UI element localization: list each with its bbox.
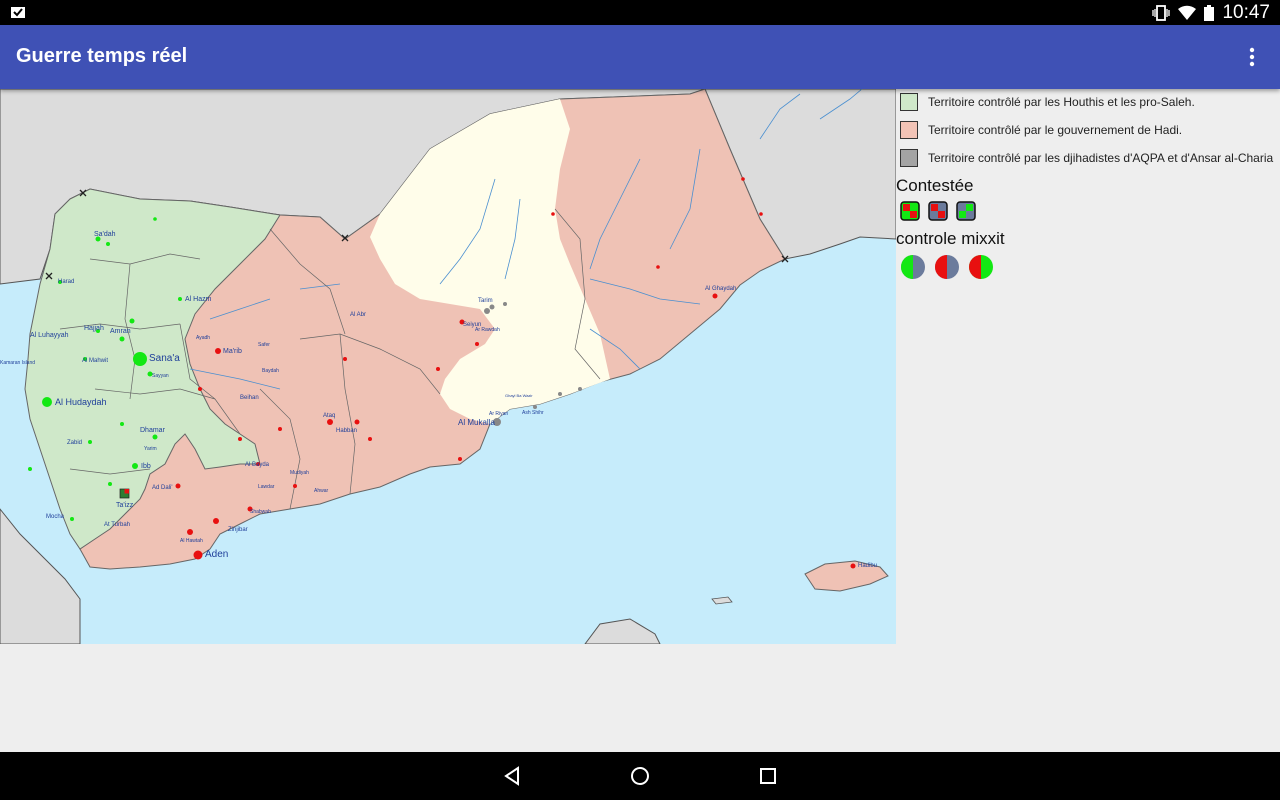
label-beihan: Beihan — [240, 395, 259, 401]
label-mocha: Mocha — [46, 514, 65, 520]
battery-icon — [1204, 4, 1215, 21]
legend-panel: Territoire contrôlé par les Houthis et l… — [896, 89, 1280, 644]
label-dhamar: Dhamar — [140, 427, 166, 434]
label-hawtah: Al Hawtah — [180, 538, 203, 544]
legend-label-aqpa: Territoire contrôlé par les djihadistes … — [928, 151, 1274, 165]
label-sanaa: Sana'a — [149, 353, 180, 364]
clock: 10:47 — [1222, 1, 1270, 23]
small-island — [711, 596, 733, 605]
app-title: Guerre temps réel — [16, 45, 188, 67]
label-ghaydah: Al Ghaydah — [705, 286, 736, 292]
label-ghayl: Ghayl Ba Wazir — [505, 393, 533, 398]
label-marib: Ma'rib — [223, 348, 242, 355]
label-hadibu: Hadibu — [858, 563, 877, 569]
mixed-green-gray-icon — [901, 255, 925, 279]
status-bar: 10:47 — [0, 0, 1280, 25]
label-sadah: Sa'dah — [94, 231, 116, 238]
legend-item-aqpa: Territoire contrôlé par les djihadistes … — [900, 147, 1273, 169]
yemen-map[interactable]: Sana'a Al Hudaydah Aden Al Mukalla Ta'iz… — [0, 89, 896, 644]
label-dali: Ad Dali' — [152, 485, 173, 491]
label-taizz: Ta'izz — [116, 502, 134, 509]
label-shihr: Ash Shihr — [522, 410, 544, 416]
label-zinjibar: Zinjibar — [228, 527, 248, 533]
label-luhayyah: Al Luhayyah — [30, 332, 69, 339]
label-ahwar: Ahwar — [314, 488, 329, 494]
map-svg: Sana'a Al Hudaydah Aden Al Mukalla Ta'iz… — [0, 89, 896, 644]
legend-label-hadi: Territoire contrôlé par le gouvernement … — [928, 123, 1183, 137]
back-icon[interactable] — [500, 764, 524, 788]
label-ataq: Ataq — [323, 413, 335, 419]
label-kamaran: Kamaran Island — [0, 360, 35, 366]
legend-item-hadi: Territoire contrôlé par le gouvernement … — [900, 119, 1182, 141]
label-zabid: Zabid — [67, 440, 82, 446]
wifi-icon — [1178, 5, 1197, 20]
label-ibb: Ibb — [141, 463, 151, 470]
label-shabwah: Shabwah — [250, 509, 271, 515]
label-mukalla: Al Mukalla — [458, 418, 495, 427]
label-riyan: Ar Riyan — [489, 411, 508, 417]
legend-swatch-houthi — [900, 93, 918, 111]
label-amran: Amran — [110, 328, 131, 335]
label-tarim: Tarim — [478, 298, 493, 304]
mixed-icons — [900, 254, 994, 280]
label-lawdar: Lawdar — [258, 484, 275, 490]
label-alabr: Al Abr — [350, 312, 366, 318]
app-bar: Guerre temps réel — [0, 25, 1280, 89]
overflow-menu-icon[interactable] — [1240, 45, 1264, 69]
label-habban: Habban — [336, 428, 357, 434]
label-sayyan: Sayyan — [152, 373, 169, 379]
label-bayda: Al Bayda — [245, 462, 270, 468]
home-icon[interactable] — [628, 764, 652, 788]
label-aden: Aden — [205, 549, 228, 560]
label-hajjah: Hajjah — [84, 325, 104, 332]
label-baydah2: Baydah — [262, 368, 279, 374]
label-safer: Safer — [258, 342, 270, 348]
contested-marker-taizz — [119, 488, 130, 499]
label-hazm: Al Hazm — [185, 296, 212, 303]
somalia-tip — [584, 618, 661, 644]
mixed-red-gray-icon — [935, 255, 959, 279]
contested-gray-green-icon — [956, 201, 976, 221]
contested-gray-red-icon — [928, 201, 948, 221]
notification-icon — [11, 7, 25, 18]
label-hudaydah: Al Hudaydah — [55, 397, 107, 407]
legend-swatch-hadi — [900, 121, 918, 139]
legend-swatch-aqpa — [900, 149, 918, 167]
legend-label-houthi: Territoire contrôlé par les Houthis et l… — [928, 95, 1195, 109]
mixed-red-green-icon — [969, 255, 993, 279]
label-mahwit: Al Mahwit — [82, 358, 108, 364]
navigation-bar — [0, 752, 1280, 800]
label-yarim: Yarim — [144, 446, 157, 452]
contested-green-red-icon — [900, 201, 920, 221]
recents-icon[interactable] — [756, 764, 780, 788]
vibrate-icon — [1152, 4, 1171, 21]
label-ayadh: Ayadh — [196, 335, 210, 341]
label-harad: Harad — [58, 279, 74, 285]
contested-title: Contestée — [896, 176, 974, 195]
mixed-title: controle mixxit — [896, 229, 1005, 248]
label-turbah: At Turbah — [104, 522, 130, 528]
legend-item-houthi: Territoire contrôlé par les Houthis et l… — [900, 91, 1195, 113]
label-mudiyah: Mudiyah — [290, 470, 309, 476]
content-area: Sana'a Al Hudaydah Aden Al Mukalla Ta'iz… — [0, 89, 1280, 751]
label-rawdah: Ar Rawdah — [475, 327, 500, 333]
contested-icons — [900, 201, 976, 221]
